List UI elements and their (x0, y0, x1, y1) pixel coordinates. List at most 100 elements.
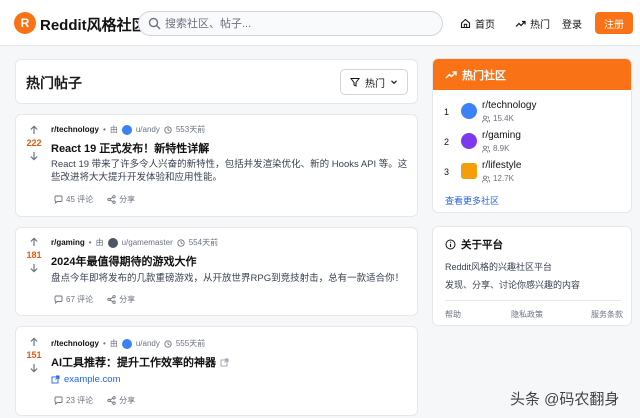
downvote-icon[interactable] (29, 151, 39, 161)
post-user[interactable]: u/andy (136, 125, 160, 134)
share-icon (107, 195, 116, 204)
clock-icon (177, 238, 185, 247)
post-card[interactable]: 222 r/technology • 由 u/andy 553天前 React … (15, 114, 418, 217)
trending-icon (515, 20, 526, 27)
downvote-icon[interactable] (29, 263, 39, 273)
share-button[interactable]: 分享 (107, 194, 135, 205)
community-members: 12.7K (482, 174, 514, 183)
sort-dropdown[interactable]: 热门 (340, 69, 408, 95)
comments-button[interactable]: 45 评论 (54, 194, 93, 205)
post-subreddit[interactable]: r/technology (51, 339, 99, 348)
post-user[interactable]: u/andy (136, 339, 160, 348)
post-card[interactable]: 181 r/gaming • 由 u/gamemaster 554天前 2024… (15, 227, 418, 316)
logo-text[interactable]: Reddit风格社区 (40, 14, 147, 35)
post-title-text[interactable]: 2024年最值得期待的游戏大作 (51, 253, 196, 269)
post-subreddit[interactable]: r/technology (51, 125, 99, 134)
community-item[interactable]: 2 r/gaming 8.9K (433, 128, 631, 156)
post-card[interactable]: 151 r/technology • 由 u/andy 555天前 AI工具推荐… (15, 326, 418, 416)
post-by: 由 (109, 125, 118, 134)
share-icon (107, 396, 116, 405)
hot-communities-title: 热门社区 (462, 69, 506, 82)
register-button[interactable]: 注册 (595, 12, 633, 34)
post-link[interactable]: example.com (51, 374, 121, 385)
community-item[interactable]: 3 r/lifestyle 12.7K (433, 158, 631, 186)
community-name[interactable]: r/technology (482, 100, 536, 111)
sort-label: 热门 (365, 78, 385, 90)
upvote-icon[interactable] (29, 337, 39, 347)
search-icon (148, 17, 161, 30)
community-members-count: 15.4K (493, 114, 514, 123)
community-rank: 3 (444, 167, 450, 177)
share-button[interactable]: 分享 (107, 294, 135, 305)
post-time: 555天前 (175, 339, 206, 348)
help-link[interactable]: 帮助 (445, 309, 461, 320)
share-label: 分享 (119, 195, 136, 204)
user-avatar (107, 237, 118, 248)
top-header: R Reddit风格社区 首页 热门 登录 注册 (0, 0, 640, 46)
share-button[interactable]: 分享 (107, 395, 135, 406)
nav-hot-label: 热门 (530, 20, 550, 31)
comments-button[interactable]: 67 评论 (54, 294, 93, 305)
terms-link[interactable]: 服务条款 (591, 309, 623, 320)
users-icon (482, 145, 490, 153)
post-actions: 45 评论 分享 (54, 194, 135, 205)
community-item[interactable]: 1 r/technology 15.4K (433, 98, 631, 126)
about-title: 关于平台 (445, 237, 503, 252)
upvote-icon[interactable] (29, 237, 39, 247)
search-box[interactable] (138, 11, 443, 36)
watermark: 头条 @码农翻身 (510, 391, 620, 408)
external-link-icon[interactable] (220, 358, 229, 367)
post-title[interactable]: 2024年最值得期待的游戏大作 (51, 253, 196, 269)
post-by: 由 (109, 339, 118, 348)
vote-column: 181 (24, 237, 44, 273)
chevron-down-icon (391, 80, 397, 85)
see-more-communities-link[interactable]: 查看更多社区 (445, 194, 499, 207)
post-body: React 19 带来了许多令人兴奋的新特性，包括并发渲染优化、新的 Hooks… (51, 159, 408, 183)
logo-icon[interactable]: R (14, 12, 36, 34)
community-icon (461, 163, 477, 179)
search-input[interactable] (165, 15, 435, 33)
community-members: 8.9K (482, 144, 509, 153)
login-link[interactable]: 登录 (562, 16, 582, 31)
meta-dot: • (88, 238, 92, 247)
community-name[interactable]: r/gaming (482, 130, 521, 141)
post-title[interactable]: React 19 正式发布！新特性详解 (51, 140, 209, 156)
post-subreddit[interactable]: r/gaming (51, 238, 85, 247)
post-title-text[interactable]: React 19 正式发布！新特性详解 (51, 140, 209, 156)
users-icon (482, 115, 490, 123)
vote-column: 222 (24, 125, 44, 161)
community-members-count: 8.9K (493, 144, 510, 153)
meta-dot: • (103, 339, 106, 348)
post-meta: r/technology • 由 u/andy 553天前 (51, 124, 205, 135)
comments-button[interactable]: 23 评论 (54, 395, 93, 406)
post-body: 盘点今年即将发布的几款重磅游戏，从开放世界RPG到竞技射击，总有一款适合你！ (51, 273, 405, 284)
post-user[interactable]: u/gamemaster (122, 238, 173, 247)
comment-icon (54, 295, 63, 304)
vote-count: 222 (26, 138, 42, 148)
community-rank: 1 (444, 107, 450, 117)
meta-dot: • (103, 125, 106, 134)
home-icon (460, 18, 471, 29)
vote-count: 181 (26, 250, 42, 260)
hot-communities-header: 热门社区 (433, 59, 631, 90)
post-link-text[interactable]: example.com (64, 374, 121, 385)
trending-icon (445, 70, 457, 78)
post-title[interactable]: AI工具推荐：提升工作效率的神器 (51, 354, 229, 370)
nav-hot[interactable]: 热门 (515, 16, 550, 31)
community-name[interactable]: r/lifestyle (482, 160, 521, 171)
post-actions: 23 评论 分享 (54, 395, 135, 406)
comments-label: 67 评论 (66, 295, 94, 304)
about-title-text: 关于平台 (461, 239, 503, 251)
share-label: 分享 (119, 295, 136, 304)
nav-home-label: 首页 (475, 20, 495, 31)
post-title-text[interactable]: AI工具推荐：提升工作效率的神器 (51, 354, 216, 370)
privacy-link[interactable]: 隐私政策 (511, 309, 543, 320)
upvote-icon[interactable] (29, 125, 39, 135)
community-icon (461, 133, 477, 149)
downvote-icon[interactable] (29, 363, 39, 373)
vote-column: 151 (24, 337, 44, 373)
users-icon (482, 175, 490, 183)
about-description: 发现、分享、讨论你感兴趣的内容 (445, 280, 581, 290)
info-icon (445, 239, 456, 250)
nav-home[interactable]: 首页 (460, 16, 495, 31)
